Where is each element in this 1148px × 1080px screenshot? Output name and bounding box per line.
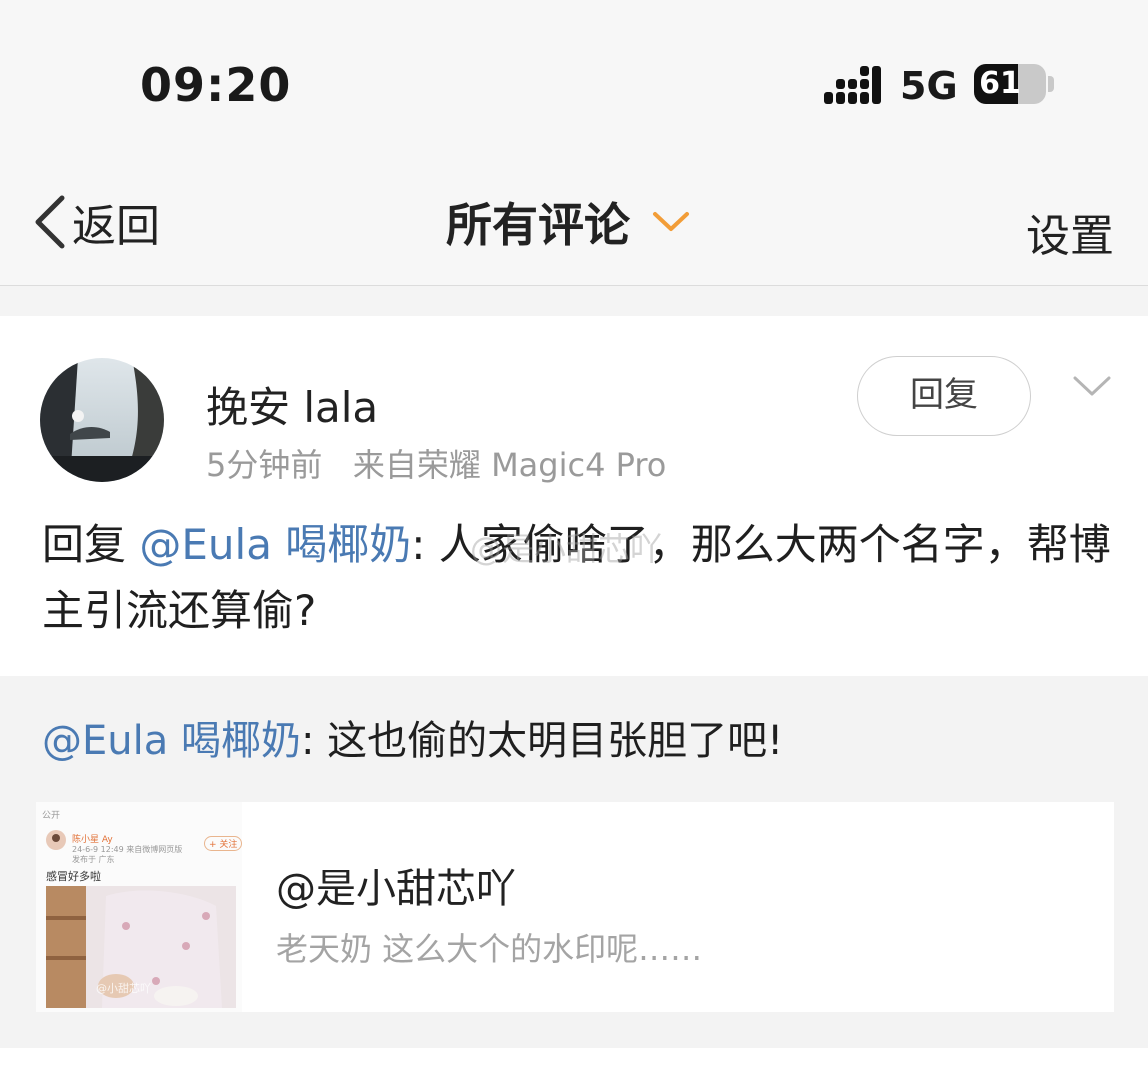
quoted-comment: @Eula 喝椰奶: 这也偷的太明目张胆了吧! [42, 708, 783, 766]
thumb-follow-button: + 关注 [204, 836, 242, 851]
image-watermark: @是小甜芯吖 [470, 530, 663, 568]
status-time: 09:20 [140, 58, 292, 112]
quoted-mention-link[interactable]: @Eula 喝椰奶 [42, 718, 301, 764]
post-thumbnail: 公开 陈小星 Ay + 关注 24-6-9 12:49 来自微博网页版 发布于 … [36, 802, 242, 1012]
comment-time: 5分钟前 [206, 446, 323, 484]
chevron-down-icon[interactable] [1072, 372, 1112, 402]
mention-link[interactable]: @Eula 喝椰奶 [139, 520, 411, 569]
quoted-post-card[interactable]: 公开 陈小星 Ay + 关注 24-6-9 12:49 来自微博网页版 发布于 … [36, 802, 1114, 1012]
comment-source: 来自荣耀 Magic4 Pro [352, 446, 667, 484]
reply-button[interactable]: 回复 [857, 356, 1031, 436]
network-type: 5G [900, 64, 958, 108]
quoted-comment-text: : 这也偷的太明目张胆了吧! [300, 718, 784, 764]
post-description: 老天奶 这么大个的水印呢…… [276, 930, 703, 968]
chevron-down-icon [653, 212, 689, 231]
comment-meta: 5分钟前 来自荣耀 Magic4 Pro [206, 440, 666, 486]
reply-prefix: 回复 [42, 520, 127, 569]
avatar-image [40, 358, 164, 482]
battery-tip [1048, 76, 1054, 92]
navigation-bar: 返回 所有评论 设置 [0, 170, 1148, 286]
post-author: @是小甜芯吖 [276, 866, 516, 912]
battery-percentage: 61 [979, 66, 1021, 101]
avatar[interactable] [40, 358, 164, 482]
signal-strength-icon [824, 66, 881, 104]
comment-filter-dropdown[interactable]: 所有评论 [446, 192, 690, 252]
page-title: 所有评论 [446, 198, 630, 252]
battery-icon: 61 [974, 64, 1046, 104]
thumb-location: 发布于 广东 [72, 855, 115, 864]
thumb-text: 感冒好多啦 [46, 870, 101, 883]
back-button[interactable]: 返回 [32, 192, 160, 252]
back-label: 返回 [72, 201, 160, 252]
comment-username[interactable]: 挽安 lala [206, 374, 378, 435]
thumb-overlay-text: @小甜芯吖 [96, 982, 151, 995]
next-comment-edge [0, 1048, 1148, 1080]
thumb-avatar [46, 830, 66, 850]
thumb-visibility: 公开 [42, 811, 61, 821]
settings-button[interactable]: 设置 [1026, 200, 1114, 264]
status-bar: 09:20 5G 61 [0, 0, 1148, 170]
back-chevron-icon [35, 195, 65, 249]
